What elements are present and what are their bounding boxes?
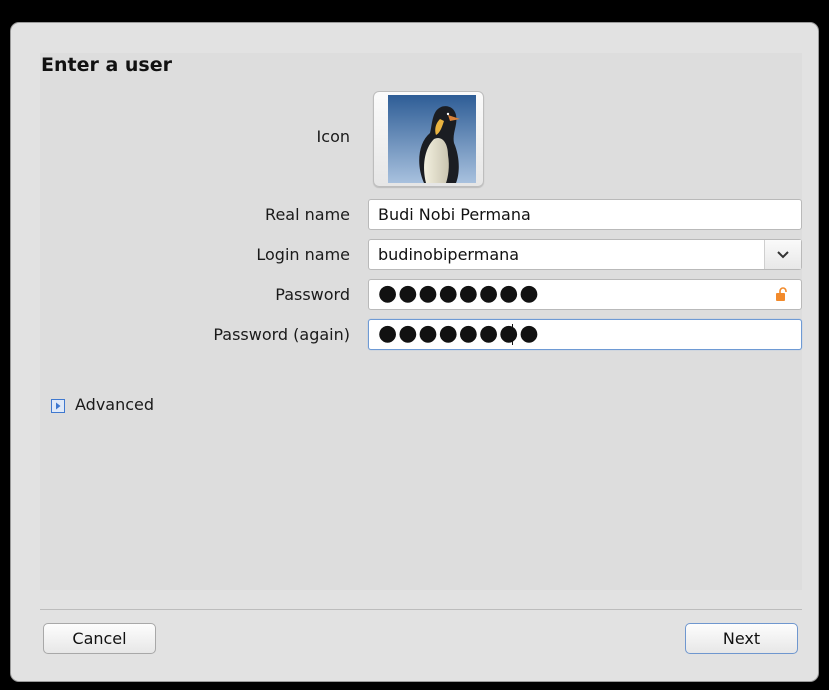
real-name-value: Budi Nobi Permana	[378, 205, 531, 224]
password-field[interactable]: ●●●●●●●●	[368, 279, 802, 310]
password-again-field[interactable]: ●●●●●●●●	[368, 319, 802, 350]
add-user-dialog: Enter a user Icon Real name Budi Nobi Pe…	[10, 22, 819, 682]
button-separator	[40, 609, 802, 610]
icon-label: Icon	[316, 127, 350, 146]
password-again-value: ●●●●●●●●	[378, 321, 540, 346]
password-again-label: Password (again)	[213, 325, 350, 344]
advanced-label: Advanced	[75, 395, 155, 414]
chevron-down-icon[interactable]	[764, 240, 801, 269]
text-caret	[512, 324, 513, 345]
login-name-label: Login name	[256, 245, 350, 264]
icon-picker-button[interactable]	[373, 91, 484, 187]
real-name-field[interactable]: Budi Nobi Permana	[368, 199, 802, 230]
login-name-value: budinobipermana	[378, 245, 520, 264]
next-button[interactable]: Next	[685, 623, 798, 654]
cancel-button[interactable]: Cancel	[43, 623, 156, 654]
penguin-avatar-icon	[388, 95, 476, 183]
expand-arrow-icon	[51, 399, 65, 413]
password-label: Password	[275, 285, 350, 304]
unlock-icon[interactable]	[775, 287, 787, 302]
password-value: ●●●●●●●●	[378, 281, 540, 306]
dialog-title: Enter a user	[41, 54, 172, 76]
real-name-label: Real name	[265, 205, 350, 224]
login-name-combobox[interactable]: budinobipermana	[368, 239, 802, 270]
